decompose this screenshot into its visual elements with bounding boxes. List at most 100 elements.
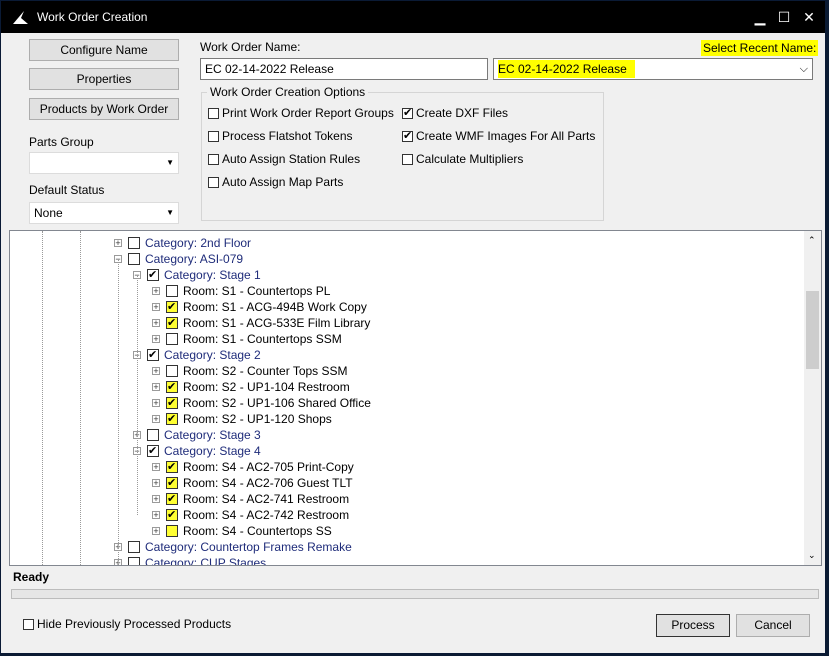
- tree-item-label: Room: S1 - Countertops PL: [183, 284, 331, 298]
- tree-checkbox[interactable]: [166, 365, 178, 377]
- tree-item-label: Room: S2 - Counter Tops SSM: [183, 364, 348, 378]
- tree-checkbox[interactable]: [166, 475, 178, 491]
- expand-icon[interactable]: +: [152, 303, 160, 312]
- expand-icon[interactable]: +: [152, 511, 160, 520]
- tree-checkbox[interactable]: [166, 315, 178, 331]
- tree-scrollbar[interactable]: ⌃ ⌄: [804, 231, 821, 565]
- hide-processed-checkbox[interactable]: [23, 619, 34, 630]
- tree-checkbox[interactable]: [166, 507, 178, 523]
- default-status-select[interactable]: None ▼: [29, 202, 179, 224]
- select-recent-name-label: Select Recent Name:: [701, 40, 819, 56]
- option-label: Print Work Order Report Groups: [222, 106, 394, 120]
- option-checkbox[interactable]: [208, 177, 219, 188]
- status-text: Ready: [13, 570, 50, 584]
- tree-checkbox[interactable]: [147, 443, 159, 459]
- minimize-button[interactable]: ▁: [749, 7, 771, 27]
- option-checkbox[interactable]: [402, 154, 413, 165]
- tree-item-label: Category: Stage 3: [164, 428, 261, 442]
- work-order-name-label: Work Order Name:: [200, 40, 301, 54]
- tree-item-label: Room: S2 - UP1-120 Shops: [183, 412, 332, 426]
- tree-checkbox[interactable]: [166, 525, 178, 537]
- tree-guide-line: [118, 259, 119, 565]
- expand-icon[interactable]: +: [152, 287, 160, 296]
- configure-name-button[interactable]: Configure Name: [29, 39, 179, 61]
- scroll-up-icon[interactable]: ⌃: [808, 235, 816, 246]
- option-label: Create WMF Images For All Parts: [416, 129, 596, 143]
- tree-guide-line: [80, 231, 81, 565]
- expand-icon[interactable]: +: [152, 367, 160, 376]
- tree-checkbox[interactable]: [128, 541, 140, 553]
- expand-icon[interactable]: +: [152, 495, 160, 504]
- tree-checkbox[interactable]: [166, 333, 178, 345]
- expand-icon[interactable]: +: [152, 383, 160, 392]
- app-logo-icon: [13, 11, 28, 24]
- expand-icon[interactable]: +: [152, 335, 160, 344]
- tree-item-label: Category: Stage 2: [164, 348, 261, 362]
- tree-checkbox[interactable]: [147, 267, 159, 283]
- tree-checkbox[interactable]: [147, 347, 159, 363]
- tree-item-label: Room: S1 - Countertops SSM: [183, 332, 342, 346]
- tree-guide-line: [137, 275, 138, 515]
- tree-item-label: Category: ASI-079: [145, 252, 244, 266]
- scroll-down-icon[interactable]: ⌄: [808, 550, 816, 561]
- expand-icon[interactable]: +: [152, 399, 160, 408]
- tree-item-label: Category: CUP Stages: [145, 556, 267, 566]
- tree-item-label: Room: S1 - ACG-494B Work Copy: [183, 300, 367, 314]
- products-by-work-order-button[interactable]: Products by Work Order: [29, 98, 179, 120]
- cancel-button[interactable]: Cancel: [736, 614, 810, 637]
- tree-checkbox[interactable]: [166, 285, 178, 297]
- parts-group-select[interactable]: ▼: [29, 152, 179, 174]
- chevron-down-icon: ⌵: [799, 63, 808, 75]
- product-tree[interactable]: +Category: 2nd Floor−Category: ASI-079−C…: [9, 230, 822, 566]
- tree-item-label: Category: Countertop Frames Remake: [145, 540, 352, 554]
- tree-item-label: Category: 2nd Floor: [145, 236, 252, 250]
- recent-name-select[interactable]: EC 02-14-2022 Release ⌵: [493, 58, 813, 80]
- option-label: Calculate Multipliers: [416, 152, 524, 166]
- window-title: Work Order Creation: [37, 10, 148, 24]
- hide-processed-label: Hide Previously Processed Products: [37, 617, 232, 631]
- tree-item-label: Room: S4 - Countertops SS: [183, 524, 332, 538]
- tree-item-label: Category: Stage 1: [164, 268, 261, 282]
- expand-icon[interactable]: +: [152, 463, 160, 472]
- close-button[interactable]: ✕: [798, 7, 820, 27]
- option-label: Process Flatshot Tokens: [222, 129, 353, 143]
- option-checkbox[interactable]: [402, 106, 413, 119]
- properties-button[interactable]: Properties: [29, 68, 179, 90]
- tree-item-label: Room: S4 - AC2-742 Restroom: [183, 508, 350, 522]
- scroll-thumb[interactable]: [806, 291, 819, 369]
- tree-checkbox[interactable]: [166, 491, 178, 507]
- tree-checkbox[interactable]: [147, 429, 159, 441]
- tree-checkbox[interactable]: [128, 253, 140, 265]
- tree-checkbox[interactable]: [128, 557, 140, 565]
- chevron-down-icon: ▼: [166, 208, 174, 217]
- option-checkbox[interactable]: [208, 154, 219, 165]
- option-checkbox[interactable]: [208, 108, 219, 119]
- recent-name-value: EC 02-14-2022 Release: [498, 60, 635, 78]
- tree-checkbox[interactable]: [166, 379, 178, 395]
- chevron-down-icon: ▼: [166, 158, 174, 167]
- work-order-name-input[interactable]: EC 02-14-2022 Release: [200, 58, 488, 80]
- option-checkbox[interactable]: [402, 129, 413, 142]
- default-status-label: Default Status: [29, 183, 105, 197]
- process-button[interactable]: Process: [656, 614, 730, 637]
- expand-icon[interactable]: +: [152, 527, 160, 536]
- parts-group-label: Parts Group: [29, 135, 94, 149]
- tree-checkbox[interactable]: [166, 299, 178, 315]
- tree-item-label: Room: S1 - ACG-533E Film Library: [183, 316, 371, 330]
- maximize-button[interactable]: ☐: [773, 7, 795, 27]
- expand-icon[interactable]: +: [152, 415, 160, 424]
- tree-item-label: Category: Stage 4: [164, 444, 261, 458]
- expand-icon[interactable]: +: [114, 239, 122, 248]
- expand-icon[interactable]: +: [152, 319, 160, 328]
- title-bar[interactable]: Work Order Creation ▁ ☐ ✕: [1, 1, 825, 33]
- tree-checkbox[interactable]: [166, 459, 178, 475]
- option-checkbox[interactable]: [208, 131, 219, 142]
- tree-item-label: Room: S2 - UP1-106 Shared Office: [183, 396, 371, 410]
- work-order-creation-window: Work Order Creation ▁ ☐ ✕ Configure Name…: [0, 0, 826, 654]
- tree-item-label: Room: S4 - AC2-705 Print-Copy: [183, 460, 354, 474]
- work-order-name-value: EC 02-14-2022 Release: [205, 62, 334, 76]
- tree-checkbox[interactable]: [166, 411, 178, 427]
- tree-checkbox[interactable]: [128, 237, 140, 249]
- expand-icon[interactable]: +: [152, 479, 160, 488]
- tree-checkbox[interactable]: [166, 395, 178, 411]
